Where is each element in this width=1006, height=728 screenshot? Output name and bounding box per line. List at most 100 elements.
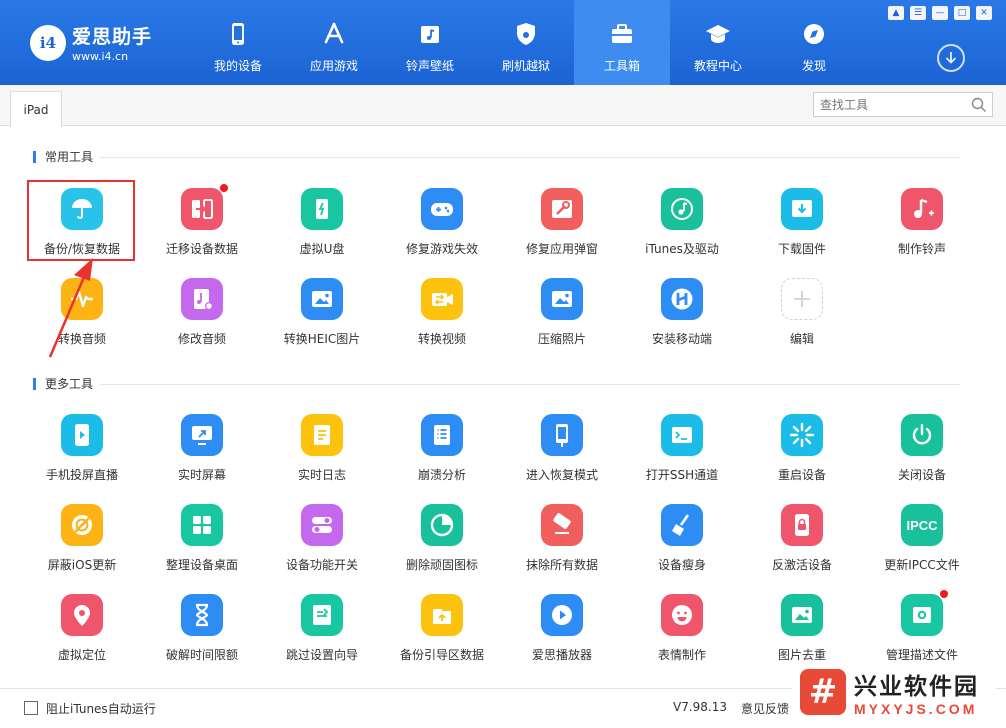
block-itunes-checkbox[interactable] bbox=[24, 701, 38, 715]
tool-label: 更新IPCC文件 bbox=[884, 558, 960, 572]
section-divider bbox=[100, 157, 960, 158]
tool-label: 迁移设备数据 bbox=[165, 242, 238, 256]
tool-label: 虚拟U盘 bbox=[299, 242, 345, 256]
gamepad-icon bbox=[421, 188, 463, 230]
tool-tile[interactable]: 图片去重 bbox=[742, 590, 862, 670]
tool-tile[interactable]: 设备功能开关 bbox=[262, 500, 382, 580]
watermark-cn: 兴业软件园 bbox=[854, 674, 979, 700]
tool-tile[interactable]: 备份引导区数据 bbox=[382, 590, 502, 670]
tool-tile[interactable]: 修复游戏失效 bbox=[382, 184, 502, 264]
tool-tile[interactable]: 压缩照片 bbox=[502, 274, 622, 354]
app-logo: i4 爱思助手 www.i4.cn bbox=[30, 22, 152, 63]
tool-label: 编辑 bbox=[789, 332, 814, 346]
tool-label: 跳过设置向导 bbox=[285, 648, 358, 662]
nav-item[interactable]: 刷机越狱 bbox=[478, 0, 574, 85]
tool-tile[interactable]: 制作铃声 bbox=[862, 184, 982, 264]
nav-label: 我的设备 bbox=[213, 59, 262, 73]
recovery-mode-icon bbox=[541, 414, 583, 456]
tool-tile[interactable]: 抹除所有数据 bbox=[502, 500, 622, 580]
tool-label: 实时屏幕 bbox=[177, 468, 226, 482]
backup-boot-icon bbox=[421, 594, 463, 636]
shirt-icon[interactable]: ▲ bbox=[888, 6, 904, 20]
tool-label: 删除顽固图标 bbox=[405, 558, 478, 572]
tool-tile[interactable]: 屏蔽iOS更新 bbox=[22, 500, 142, 580]
tool-label: 转换HEIC图片 bbox=[283, 332, 361, 346]
tool-tile[interactable]: 设备瘦身 bbox=[622, 500, 742, 580]
watermark-en: MYXYJS.COM bbox=[854, 701, 978, 717]
maximize-icon[interactable]: □ bbox=[954, 6, 970, 20]
nav-item[interactable]: 铃声壁纸 bbox=[382, 0, 478, 85]
tool-tile[interactable]: 修复应用弹窗 bbox=[502, 184, 622, 264]
nav-item[interactable]: 教程中心 bbox=[670, 0, 766, 85]
tool-label: 备份引导区数据 bbox=[399, 648, 484, 662]
tool-tile[interactable]: 破解时间限额 bbox=[142, 590, 262, 670]
close-icon[interactable]: ✕ bbox=[976, 6, 992, 20]
music-wallpaper-icon bbox=[416, 20, 444, 48]
tool-tile[interactable]: 实时屏幕 bbox=[142, 410, 262, 490]
tool-tile[interactable]: 整理设备桌面 bbox=[142, 500, 262, 580]
tool-tile[interactable]: 下载固件 bbox=[742, 184, 862, 264]
tool-tile[interactable]: 虚拟定位 bbox=[22, 590, 142, 670]
tool-tile[interactable]: 修改音频 bbox=[142, 274, 262, 354]
nav-item[interactable]: 我的设备 bbox=[190, 0, 286, 85]
broom-icon bbox=[661, 504, 703, 546]
image-dedupe-icon bbox=[781, 594, 823, 636]
search-tools-input[interactable] bbox=[813, 92, 993, 117]
tool-tile[interactable]: 表情制作 bbox=[622, 590, 742, 670]
search-icon[interactable] bbox=[971, 97, 987, 113]
hourglass-icon bbox=[181, 594, 223, 636]
tool-label: 修复应用弹窗 bbox=[525, 242, 598, 256]
download-manager-button[interactable] bbox=[937, 44, 965, 72]
heic-image-icon bbox=[301, 278, 343, 320]
photo-compress-icon bbox=[541, 278, 583, 320]
shield-icon bbox=[512, 20, 540, 48]
crash-analysis-icon bbox=[421, 414, 463, 456]
tool-tile[interactable]: 崩溃分析 bbox=[382, 410, 502, 490]
tool-tile[interactable]: 转换视频 bbox=[382, 274, 502, 354]
menu-icon[interactable]: ☰ bbox=[910, 6, 926, 20]
tool-tile[interactable]: 关闭设备 bbox=[862, 410, 982, 490]
tool-tile[interactable]: iTunes及驱动 bbox=[622, 184, 742, 264]
tool-tile[interactable]: 实时日志 bbox=[262, 410, 382, 490]
tool-tile[interactable]: 进入恢复模式 bbox=[502, 410, 622, 490]
tool-label: 下载固件 bbox=[777, 242, 826, 256]
tool-tile[interactable]: 管理描述文件 bbox=[862, 590, 982, 670]
tool-label: 打开SSH通道 bbox=[645, 468, 719, 482]
tab-device-ipad[interactable]: iPad bbox=[10, 91, 62, 127]
plus-icon bbox=[781, 278, 823, 320]
deactivate-icon bbox=[781, 504, 823, 546]
tool-tile[interactable]: 删除顽固图标 bbox=[382, 500, 502, 580]
feedback-link[interactable]: 意见反馈 bbox=[741, 700, 789, 717]
tool-tile[interactable]: IPCC 更新IPCC文件 bbox=[862, 500, 982, 580]
transfer-icon bbox=[181, 184, 228, 230]
phone-icon bbox=[224, 20, 252, 48]
new-badge bbox=[220, 184, 228, 192]
nav-item[interactable]: 发现 bbox=[766, 0, 862, 85]
tool-label: 压缩照片 bbox=[537, 332, 586, 346]
tool-tile[interactable]: 虚拟U盘 bbox=[262, 184, 382, 264]
tool-label: 修改音频 bbox=[177, 332, 226, 346]
tool-tile[interactable]: 编辑 bbox=[742, 274, 862, 354]
tool-tile[interactable]: 迁移设备数据 bbox=[142, 184, 262, 264]
tool-tile[interactable]: 反激活设备 bbox=[742, 500, 862, 580]
block-itunes-label: 阻止iTunes自动运行 bbox=[46, 702, 156, 716]
toggle-icon bbox=[301, 504, 343, 546]
section-divider bbox=[100, 384, 960, 385]
tool-label: 表情制作 bbox=[657, 648, 706, 662]
tool-label: 崩溃分析 bbox=[417, 468, 466, 482]
tool-tile[interactable]: 转换HEIC图片 bbox=[262, 274, 382, 354]
tool-tile[interactable]: 重启设备 bbox=[742, 410, 862, 490]
tool-tile[interactable]: 手机投屏直播 bbox=[22, 410, 142, 490]
window-controls: ▲ ☰ — □ ✕ bbox=[888, 6, 992, 20]
minimize-icon[interactable]: — bbox=[932, 6, 948, 20]
tool-label: 设备功能开关 bbox=[285, 558, 358, 572]
tool-label: 实时日志 bbox=[297, 468, 346, 482]
nav-item[interactable]: 工具箱 bbox=[574, 0, 670, 85]
tool-tile[interactable]: 打开SSH通道 bbox=[622, 410, 742, 490]
tool-label: 转换视频 bbox=[417, 332, 466, 346]
annotation-highlight-box bbox=[27, 180, 135, 261]
tool-tile[interactable]: 爱思播放器 bbox=[502, 590, 622, 670]
tool-tile[interactable]: 安装移动端 bbox=[622, 274, 742, 354]
nav-item[interactable]: 应用游戏 bbox=[286, 0, 382, 85]
tool-tile[interactable]: 跳过设置向导 bbox=[262, 590, 382, 670]
